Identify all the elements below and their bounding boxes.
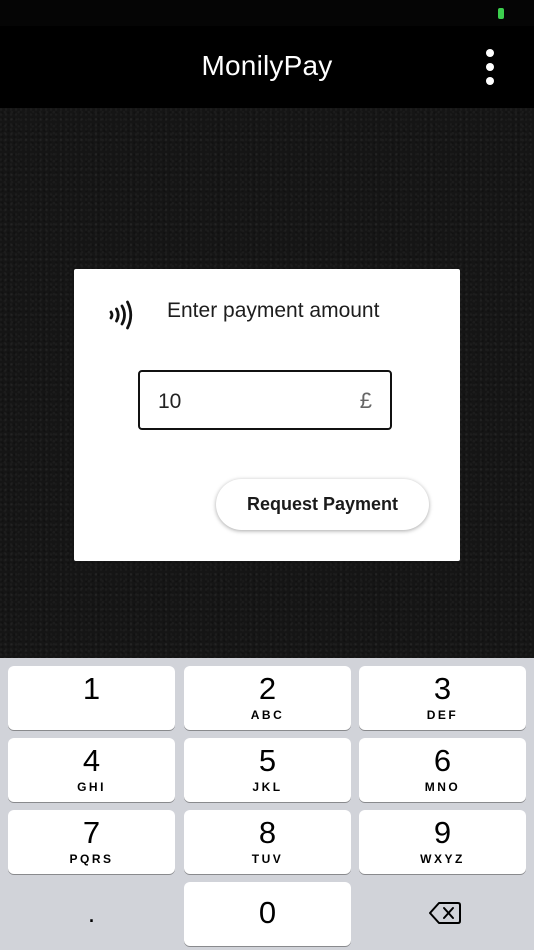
status-bar [0,0,534,26]
app-bar: MonilyPay [0,26,534,108]
key-8[interactable]: 8 TUV [184,810,351,874]
request-payment-button[interactable]: Request Payment [216,479,429,530]
key-9[interactable]: 9 WXYZ [359,810,526,874]
key-letters: MNO [424,780,461,794]
key-decimal[interactable]: . [8,882,175,946]
key-digit: 1 [82,671,101,706]
key-1[interactable]: 1 [8,666,175,730]
key-digit: 3 [433,671,452,706]
key-4[interactable]: 4 GHI [8,738,175,802]
more-vertical-icon[interactable] [470,46,510,88]
key-2[interactable]: 2 ABC [184,666,351,730]
key-digit: . [87,898,96,928]
key-digit: 6 [433,743,452,778]
key-letters: DEF [426,708,459,722]
key-letters: TUV [251,852,284,866]
amount-input[interactable] [158,390,348,414]
amount-field[interactable]: £ [138,370,392,430]
key-digit: 2 [258,671,277,706]
key-digit: 9 [433,815,452,850]
key-letters: ABC [250,708,285,722]
key-letters: JKL [252,780,283,794]
contactless-icon [109,300,133,330]
numeric-keypad: 1 2 ABC 3 DEF 4 GHI 5 JKL 6 MNO 7 PQRS 8… [0,658,534,950]
key-digit: 7 [82,815,101,850]
key-backspace[interactable] [359,882,526,946]
app-title: MonilyPay [201,50,333,81]
key-letters: GHI [77,780,106,794]
key-letters: WXYZ [420,852,465,866]
key-digit: 4 [82,743,101,778]
key-7[interactable]: 7 PQRS [8,810,175,874]
key-6[interactable]: 6 MNO [359,738,526,802]
battery-icon [498,8,504,19]
currency-symbol: £ [359,388,372,413]
key-letters: PQRS [69,852,114,866]
key-digit: 5 [258,743,277,778]
key-digit: 8 [258,815,277,850]
key-3[interactable]: 3 DEF [359,666,526,730]
backspace-icon [429,902,461,924]
payment-card: Enter payment amount £ Request Payment [74,269,460,561]
payment-title: Enter payment amount [167,299,380,322]
key-5[interactable]: 5 JKL [184,738,351,802]
key-0[interactable]: 0 [184,882,351,946]
key-digit: 0 [258,895,277,930]
